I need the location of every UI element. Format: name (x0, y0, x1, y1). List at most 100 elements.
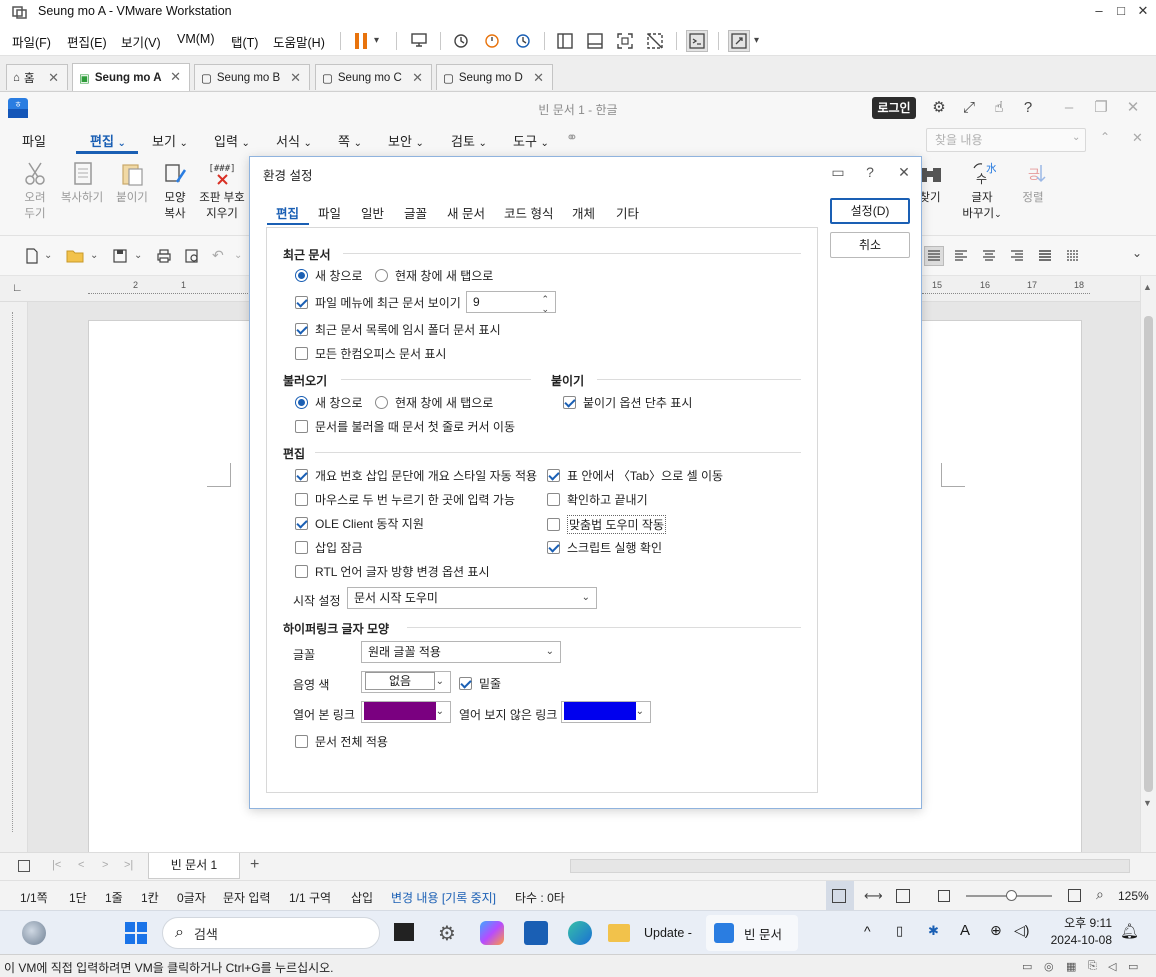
display-icon[interactable]: ▭ (1128, 960, 1138, 973)
dialog-tab-general[interactable]: 일반 (361, 203, 384, 222)
hand-icon[interactable]: ☝ (989, 98, 1009, 118)
dialog-tab-font[interactable]: 글꼴 (404, 203, 427, 222)
horizontal-scrollbar[interactable] (570, 859, 1130, 873)
checkbox-confirm-exit[interactable]: 확인하고 끝내기 (547, 491, 648, 508)
checkbox-insert-lock[interactable]: 삽입 잠금 (295, 539, 363, 556)
snapshot-icon[interactable] (450, 30, 472, 52)
thumbnail-bar-icon[interactable] (584, 30, 606, 52)
checkbox-rtl-option[interactable]: RTL 언어 글자 방향 변경 옵션 표시 (295, 563, 490, 580)
volume-icon[interactable]: ◁) (1014, 922, 1029, 939)
gear-icon[interactable]: ⚙ (929, 98, 949, 118)
align-center-icon[interactable] (980, 247, 998, 265)
print-preview-icon[interactable] (184, 248, 200, 264)
close-icon[interactable]: ✕ (1132, 130, 1143, 146)
radio-open-new-tab[interactable]: 현재 창에 새 탭으로 (375, 394, 493, 411)
task-view-icon[interactable] (394, 923, 414, 941)
close-icon[interactable]: ✕ (894, 162, 914, 182)
divide-icon[interactable] (1064, 247, 1082, 265)
copy-button[interactable]: 복사하기 (58, 160, 106, 206)
unity-icon[interactable] (644, 30, 666, 52)
menu-help[interactable]: 도움말(H) (273, 32, 325, 51)
document-tab[interactable]: 빈 문서 1 (148, 853, 240, 879)
tray-overflow-icon[interactable]: ^ (864, 923, 871, 939)
bluetooth-icon[interactable]: ✱ (928, 923, 939, 939)
chevron-down-icon[interactable]: ⌄ (44, 250, 52, 261)
tab-view[interactable]: 보기 ⌄ (152, 131, 188, 150)
cancel-button[interactable]: 취소 (830, 232, 910, 258)
usb-device-icon[interactable]: ⎘ (1088, 960, 1097, 973)
weather-icon[interactable] (22, 921, 46, 945)
chevron-down-icon[interactable]: ▾ (754, 30, 766, 52)
ok-button[interactable]: 설정(D) (830, 198, 910, 224)
radio-recent-new-window[interactable]: 새 창으로 (295, 267, 363, 284)
tab-file[interactable]: 파일 (22, 131, 46, 150)
align-justify-icon[interactable] (924, 246, 944, 266)
copilot-icon[interactable] (480, 921, 504, 945)
add-tab-icon[interactable]: + (250, 856, 259, 874)
zoom-icon[interactable]: ⌕ (1096, 886, 1104, 903)
fit-width-icon[interactable]: ⟷ (864, 888, 883, 904)
status-mode[interactable]: 문자 입력 (223, 889, 271, 906)
save-icon[interactable] (112, 248, 128, 264)
tab-security[interactable]: 보안 ⌄ (388, 131, 424, 150)
align-left-icon[interactable] (952, 247, 970, 265)
stretch-view-icon[interactable] (728, 30, 750, 52)
status-track-changes[interactable]: 변경 내용 [기록 중지] (391, 889, 496, 906)
recent-count-spinner[interactable]: 9 ⌃ ⌄ (466, 291, 556, 314)
close-icon[interactable]: ✕ (1134, 2, 1152, 20)
page-view-icon[interactable] (18, 860, 30, 872)
checkbox-underline[interactable]: 밑줄 (459, 675, 501, 692)
paste-button[interactable]: 붙이기 (112, 160, 152, 206)
fit-page-icon[interactable] (896, 889, 910, 903)
tab-stop-icon[interactable]: ∟ (12, 282, 23, 294)
align-right-icon[interactable] (1008, 247, 1026, 265)
taskbar-app-hwp[interactable]: 빈 문서 (706, 915, 798, 951)
clock[interactable]: 오후 9:11 2024-10-08 (1048, 915, 1112, 949)
checkbox-tab-in-table[interactable]: 표 안에서 〈Tab〉으로 셀 이동 (547, 467, 723, 484)
hyperlink-font-select[interactable]: 원래 글꼴 적용 ⌄ (361, 641, 561, 663)
checkbox-show-recent[interactable]: 파일 메뉴에 최근 문서 보이기 (295, 294, 461, 311)
radio-recent-new-tab[interactable]: 현재 창에 새 탭으로 (375, 267, 493, 284)
hard-disk-icon[interactable]: ▭ (1022, 960, 1032, 973)
console-view-icon[interactable] (686, 30, 708, 52)
cut-button[interactable]: 오려 두기 (14, 160, 56, 222)
network-icon[interactable]: ⊕ (990, 922, 1002, 939)
restore-icon[interactable]: ❐ (1091, 98, 1111, 118)
status-page[interactable]: 1/1쪽 (20, 889, 48, 906)
taskbar-app-explorer[interactable]: Update - (608, 917, 700, 949)
dialog-tab-file[interactable]: 파일 (318, 203, 341, 222)
status-insert[interactable]: 삽입 (351, 889, 373, 906)
zoom-page-icon[interactable] (1068, 889, 1081, 902)
dialog-tab-object[interactable]: 개체 (572, 203, 595, 222)
minimize-icon[interactable]: – (1090, 2, 1108, 20)
vertical-scrollbar[interactable]: ▲ ▼ (1140, 276, 1156, 852)
tab-tools[interactable]: 도구 ⌄ (513, 131, 549, 150)
checkbox-apply-all[interactable]: 문서 전체 적용 (295, 733, 388, 750)
chevron-down-icon[interactable]: ⌄ (1072, 132, 1080, 143)
taskbar-search-box[interactable]: ⌕ 검색 (162, 917, 380, 949)
chevron-down-icon[interactable]: ⌄ (234, 250, 242, 261)
checkbox-show-all[interactable]: 모든 한컴오피스 문서 표시 (295, 345, 446, 362)
menu-vm[interactable]: VM(M) (177, 32, 215, 46)
tab-seung-mo-d[interactable]: ▢ Seung mo D ✕ (436, 64, 553, 90)
login-button[interactable]: 로그인 (872, 97, 916, 119)
zoom-slider-thumb[interactable] (1006, 890, 1017, 901)
shade-color-select[interactable]: 없음 ⌄ (361, 671, 451, 693)
multi-page-icon[interactable] (938, 890, 950, 902)
network-adapter-icon[interactable]: ▦ (1066, 960, 1076, 973)
checkbox-script-confirm[interactable]: 스크립트 실행 확인 (547, 539, 662, 556)
visited-link-color-select[interactable]: ⌄ (361, 701, 451, 723)
usb-icon[interactable]: ▯ (896, 923, 903, 939)
menu-tab[interactable]: 탭(T) (231, 32, 258, 51)
tab-seung-mo-a[interactable]: ▣ Seung mo A ✕ (72, 63, 190, 91)
checkbox-cursor-first-line[interactable]: 문서를 불러올 때 문서 첫 줄로 커서 이동 (295, 418, 515, 435)
radio-open-new-window[interactable]: 새 창으로 (295, 394, 363, 411)
tab-insert[interactable]: 입력 ⌄ (214, 131, 250, 150)
menu-file[interactable]: 파일(F) (12, 32, 51, 51)
revert-snapshot-icon[interactable] (481, 30, 503, 52)
dialog-tab-edit[interactable]: 편집 (276, 203, 299, 222)
checkbox-ole-client[interactable]: OLE Client 동작 지원 (295, 515, 424, 532)
zoom-level[interactable]: 125% (1118, 889, 1149, 903)
close-tab-icon[interactable]: ✕ (170, 69, 181, 85)
tab-home[interactable]: ⌂ 홈 ✕ (6, 64, 68, 90)
